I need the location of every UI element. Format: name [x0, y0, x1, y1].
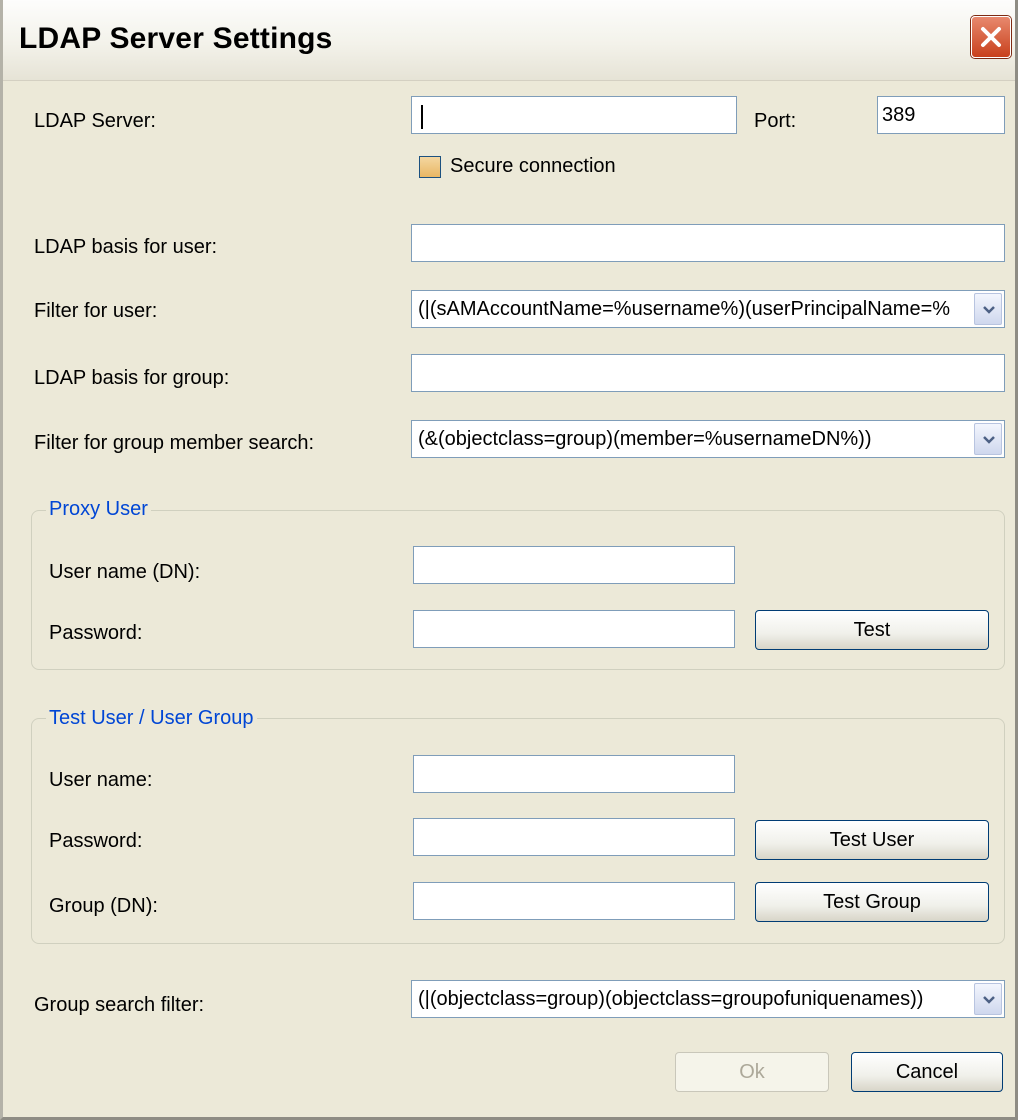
test-password-input[interactable]: [413, 818, 735, 856]
proxy-username-input[interactable]: [413, 546, 735, 584]
group-basis-input[interactable]: [411, 354, 1005, 392]
user-basis-label: LDAP basis for user:: [34, 236, 218, 258]
test-user-legend: Test User / User Group: [46, 707, 257, 730]
ldap-server-input[interactable]: [411, 96, 737, 134]
user-filter-label: Filter for user:: [34, 300, 158, 322]
user-filter-dropdown-button[interactable]: [974, 293, 1002, 325]
group-search-filter-dropdown-button[interactable]: [974, 983, 1002, 1015]
ldap-server-label: LDAP Server:: [34, 110, 156, 132]
group-member-filter-combobox[interactable]: (&(objectclass=group)(member=%usernameDN…: [411, 420, 1005, 458]
ok-button[interactable]: Ok: [675, 1052, 829, 1092]
user-filter-value: (|(sAMAccountName=%username%)(userPrinci…: [418, 298, 951, 320]
test-username-label: User name:: [49, 769, 153, 791]
test-username-input[interactable]: [413, 755, 735, 793]
proxy-password-input[interactable]: [413, 610, 735, 648]
proxy-username-label: User name (DN):: [49, 561, 201, 583]
test-group-button[interactable]: Test Group: [755, 882, 989, 922]
proxy-user-legend: Proxy User: [46, 498, 151, 521]
ldap-settings-dialog: LDAP Server Settings LDAP Server: Port: …: [0, 0, 1018, 1120]
chevron-down-icon: [983, 306, 995, 314]
test-password-label: Password:: [49, 830, 143, 852]
secure-connection-label[interactable]: Secure connection: [450, 155, 616, 178]
port-input[interactable]: [877, 96, 1005, 134]
proxy-password-label: Password:: [49, 622, 143, 644]
test-user-button[interactable]: Test User: [755, 820, 989, 860]
test-proxy-button[interactable]: Test: [755, 610, 989, 650]
user-filter-combobox[interactable]: (|(sAMAccountName=%username%)(userPrinci…: [411, 290, 1005, 328]
group-member-filter-value: (&(objectclass=group)(member=%usernameDN…: [418, 428, 872, 450]
group-search-filter-label: Group search filter:: [34, 994, 205, 1016]
close-button[interactable]: [971, 16, 1011, 58]
group-basis-label: LDAP basis for group:: [34, 367, 230, 389]
group-search-filter-value: (|(objectclass=group)(objectclass=groupo…: [418, 988, 924, 1010]
group-member-filter-label: Filter for group member search:: [34, 432, 315, 454]
cancel-button[interactable]: Cancel: [851, 1052, 1003, 1092]
test-group-label: Group (DN):: [49, 895, 158, 917]
test-group-input[interactable]: [413, 882, 735, 920]
text-caret: [421, 105, 423, 129]
chevron-down-icon: [983, 436, 995, 444]
secure-connection-checkbox[interactable]: [419, 156, 441, 178]
user-basis-input[interactable]: [411, 224, 1005, 262]
group-member-filter-dropdown-button[interactable]: [974, 423, 1002, 455]
dialog-title: LDAP Server Settings: [19, 22, 333, 55]
close-icon: [981, 27, 1001, 47]
chevron-down-icon: [983, 996, 995, 1004]
title-bar[interactable]: LDAP Server Settings: [3, 0, 1015, 81]
port-label: Port:: [754, 110, 797, 132]
group-search-filter-combobox[interactable]: (|(objectclass=group)(objectclass=groupo…: [411, 980, 1005, 1018]
